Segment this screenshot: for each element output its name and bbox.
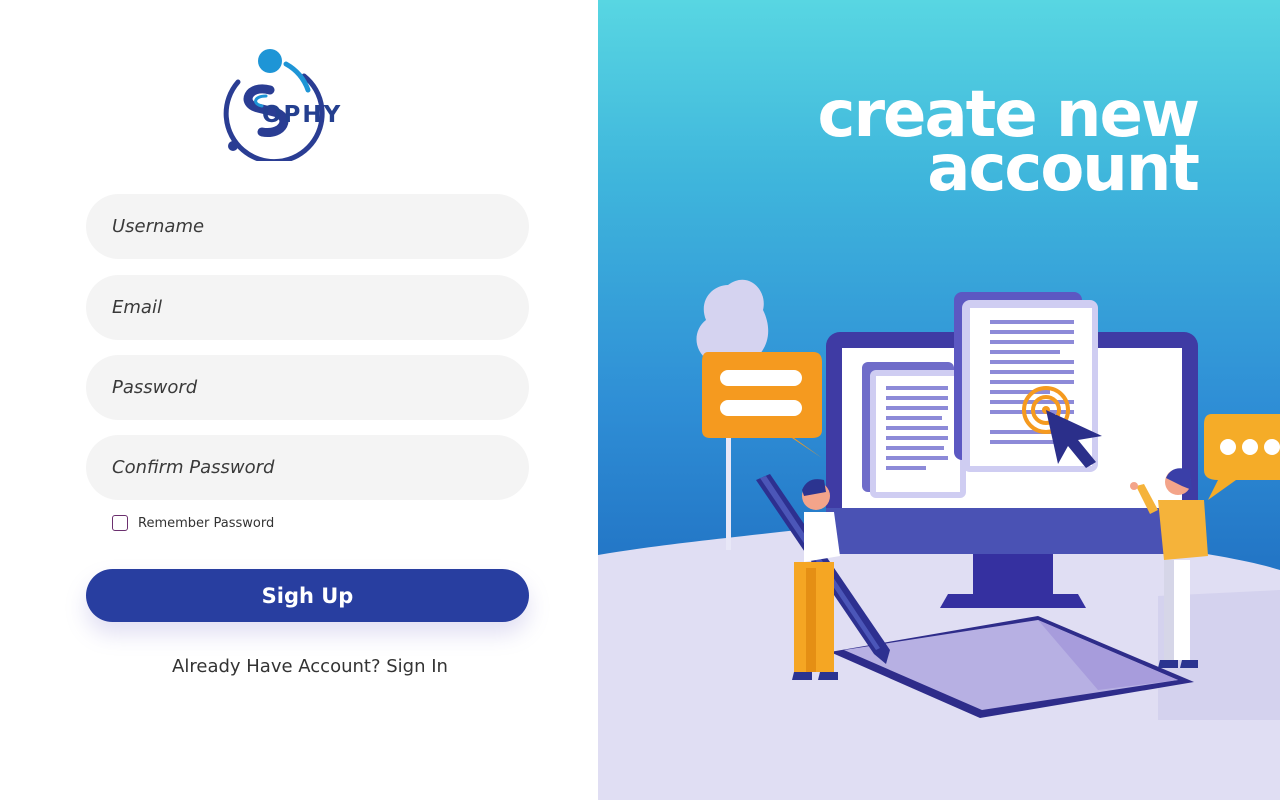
remember-password-row[interactable]: Remember Password [112, 515, 274, 531]
chat-bubble-icon [702, 352, 822, 458]
signup-button[interactable]: Sigh Up [86, 569, 529, 622]
document-icon [862, 362, 966, 498]
brand-name: OPHY [262, 102, 343, 128]
email-input[interactable] [86, 275, 529, 340]
signin-link[interactable]: Already Have Account? Sign In [0, 656, 620, 677]
typing-bubble-icon [1204, 414, 1280, 500]
confirm-password-input[interactable] [86, 435, 529, 500]
hero-headline: create new account [818, 83, 1200, 201]
remember-password-label: Remember Password [138, 515, 275, 531]
hero-panel: create new account [598, 0, 1280, 800]
password-input[interactable] [86, 355, 529, 420]
signup-panel: OPHY Remember Password Sigh Up Already H… [0, 0, 598, 800]
username-input[interactable] [86, 194, 529, 259]
remember-password-checkbox[interactable] [112, 515, 128, 531]
